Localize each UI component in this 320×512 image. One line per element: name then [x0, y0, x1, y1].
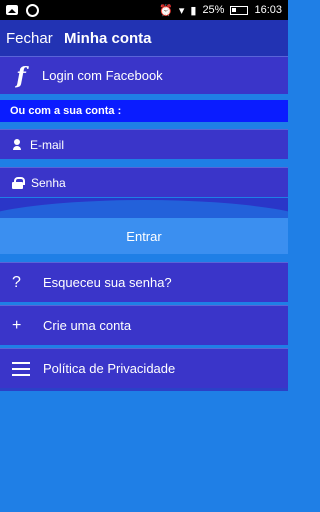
create-account-label: Crie uma conta [43, 318, 132, 333]
email-field-row [0, 129, 288, 159]
email-field[interactable] [30, 137, 270, 152]
plus-icon: + [12, 316, 22, 334]
forgot-password-label: Esqueceu sua senha? [43, 275, 172, 290]
image-notification-icon [6, 5, 18, 15]
page-title: Minha conta [64, 29, 152, 47]
facebook-login-button[interactable]: f Login com Facebook [0, 56, 288, 94]
decorative-band [0, 198, 288, 218]
toolbar: Fechar Minha conta [0, 20, 288, 56]
whatsapp-icon [26, 3, 39, 17]
privacy-policy-label: Política de Privacidade [43, 361, 176, 376]
battery-percent: 25% [202, 4, 225, 16]
password-field[interactable] [31, 175, 271, 190]
alarm-icon: ⏰ [159, 4, 173, 17]
login-button[interactable]: Entrar [0, 218, 288, 254]
divider [0, 388, 288, 391]
account-section-header: Ou com a sua conta : [0, 100, 288, 122]
password-field-row [0, 167, 288, 197]
facebook-login-label: Login com Facebook [42, 68, 163, 83]
clock: 16:03 [254, 4, 282, 16]
user-icon [12, 138, 22, 151]
facebook-icon: f [16, 62, 26, 89]
signal-icon: ▮ [190, 4, 197, 17]
battery-icon [230, 5, 249, 15]
menu-icon [10, 361, 43, 376]
close-button[interactable]: Fechar [0, 30, 64, 47]
forgot-password-item[interactable]: ? Esqueceu sua senha? [0, 262, 288, 302]
lock-icon [12, 176, 25, 189]
privacy-policy-item[interactable]: Política de Privacidade [0, 348, 288, 388]
wifi-icon: ▾ [178, 4, 185, 17]
question-icon: ? [12, 273, 21, 291]
status-bar: ⏰ ▾ ▮ 25% 16:03 [0, 0, 288, 20]
create-account-item[interactable]: + Crie uma conta [0, 305, 288, 345]
